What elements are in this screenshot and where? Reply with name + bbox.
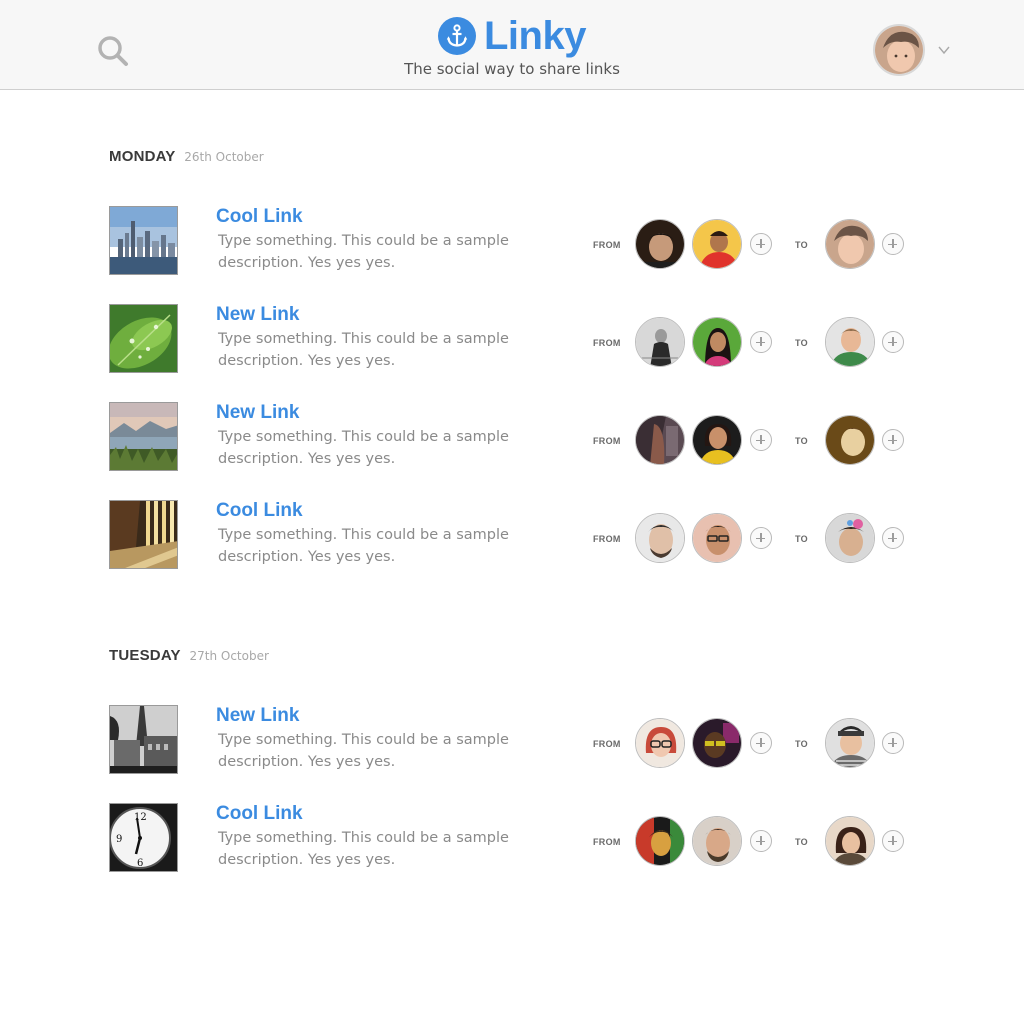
link-row: New Link Type something. This could be a…	[0, 304, 1024, 376]
sender-avatar[interactable]	[635, 219, 685, 269]
link-title[interactable]: Cool Link	[216, 500, 303, 522]
app-tagline: The social way to share links	[404, 60, 620, 78]
link-thumbnail[interactable]	[109, 304, 178, 373]
link-description: Type something. This could be a sample d…	[218, 830, 509, 868]
sender-avatar[interactable]	[635, 816, 685, 866]
day-header-tuesday: TUESDAY 27th October	[109, 646, 269, 664]
link-description: Type something. This could be a sample d…	[218, 527, 509, 565]
add-sender-button[interactable]	[750, 331, 772, 353]
sender-avatar[interactable]	[692, 718, 742, 768]
link-thumbnail[interactable]: 12 9 6	[109, 803, 178, 872]
day-date: 26th October	[184, 150, 264, 164]
link-thumbnail[interactable]	[109, 402, 178, 471]
anchor-icon	[438, 17, 476, 55]
to-label: TO	[795, 534, 808, 544]
link-title[interactable]: Cool Link	[216, 803, 303, 825]
link-title[interactable]: New Link	[216, 402, 299, 424]
to-label: TO	[795, 338, 808, 348]
day-date: 27th October	[189, 649, 269, 663]
sender-avatar[interactable]	[692, 219, 742, 269]
app-name: Linky	[484, 14, 586, 58]
from-label: FROM	[593, 534, 621, 544]
brand: Linky The social way to share links	[0, 14, 1024, 78]
to-label: TO	[795, 436, 808, 446]
link-description: Type something. This could be a sample d…	[218, 732, 509, 770]
link-row: New Link Type something. This could be a…	[0, 705, 1024, 777]
recipient-avatar[interactable]	[825, 718, 875, 768]
recipient-avatar[interactable]	[825, 816, 875, 866]
recipient-avatar[interactable]	[825, 513, 875, 563]
svg-text:12: 12	[134, 812, 147, 823]
add-sender-button[interactable]	[750, 732, 772, 754]
link-row: Cool Link Type something. This could be …	[0, 206, 1024, 278]
sender-avatar[interactable]	[635, 513, 685, 563]
add-sender-button[interactable]	[750, 429, 772, 451]
link-row: 12 9 6 Cool Link Type something. This co…	[0, 803, 1024, 875]
to-label: TO	[795, 739, 808, 749]
from-label: FROM	[593, 338, 621, 348]
add-recipient-button[interactable]	[882, 233, 904, 255]
sender-avatar[interactable]	[692, 513, 742, 563]
svg-text:6: 6	[137, 858, 143, 869]
add-recipient-button[interactable]	[882, 830, 904, 852]
day-name: MONDAY	[109, 148, 176, 165]
link-description: Type something. This could be a sample d…	[218, 429, 509, 467]
recipient-avatar[interactable]	[825, 219, 875, 269]
link-description: Type something. This could be a sample d…	[218, 233, 509, 271]
day-name: TUESDAY	[109, 647, 181, 664]
link-title[interactable]: New Link	[216, 304, 299, 326]
add-recipient-button[interactable]	[882, 331, 904, 353]
sender-avatar[interactable]	[635, 415, 685, 465]
sender-avatar[interactable]	[692, 816, 742, 866]
from-label: FROM	[593, 240, 621, 250]
from-label: FROM	[593, 436, 621, 446]
link-thumbnail[interactable]	[109, 206, 178, 275]
sender-avatar[interactable]	[692, 415, 742, 465]
sender-avatar[interactable]	[635, 718, 685, 768]
from-label: FROM	[593, 837, 621, 847]
sender-avatar[interactable]	[635, 317, 685, 367]
to-label: TO	[795, 837, 808, 847]
recipient-avatar[interactable]	[825, 317, 875, 367]
link-title[interactable]: Cool Link	[216, 206, 303, 228]
add-sender-button[interactable]	[750, 527, 772, 549]
user-avatar[interactable]	[873, 24, 925, 76]
day-header-monday: MONDAY 26th October	[109, 147, 264, 165]
link-row: New Link Type something. This could be a…	[0, 402, 1024, 474]
link-row: Cool Link Type something. This could be …	[0, 500, 1024, 572]
add-sender-button[interactable]	[750, 830, 772, 852]
add-recipient-button[interactable]	[882, 732, 904, 754]
add-sender-button[interactable]	[750, 233, 772, 255]
svg-text:9: 9	[116, 834, 122, 845]
account-menu-toggle[interactable]	[936, 42, 952, 58]
link-title[interactable]: New Link	[216, 705, 299, 727]
to-label: TO	[795, 240, 808, 250]
from-label: FROM	[593, 739, 621, 749]
sender-avatar[interactable]	[692, 317, 742, 367]
link-thumbnail[interactable]	[109, 705, 178, 774]
add-recipient-button[interactable]	[882, 527, 904, 549]
chevron-down-icon[interactable]	[936, 42, 952, 58]
link-thumbnail[interactable]	[109, 500, 178, 569]
add-recipient-button[interactable]	[882, 429, 904, 451]
recipient-avatar[interactable]	[825, 415, 875, 465]
app-header: Linky The social way to share links	[0, 0, 1024, 90]
link-description: Type something. This could be a sample d…	[218, 331, 509, 369]
